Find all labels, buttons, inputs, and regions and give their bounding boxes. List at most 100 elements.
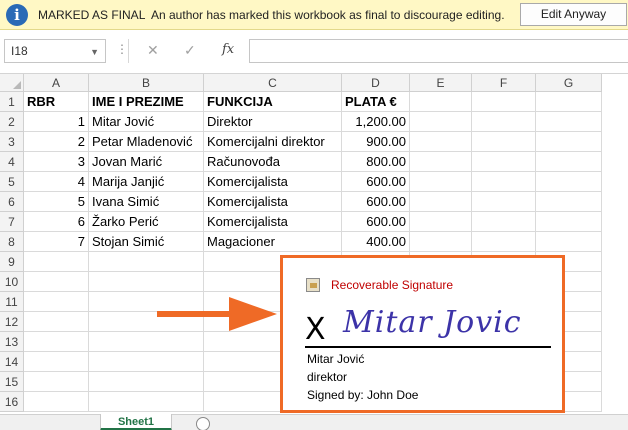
cell-a15[interactable] (24, 372, 89, 392)
column-header-e[interactable]: E (410, 74, 472, 92)
row-header-5[interactable]: 5 (0, 172, 24, 192)
cell-b1[interactable]: IME I PREZIME (89, 92, 204, 112)
cell-d3[interactable]: 900.00 (342, 132, 410, 152)
cell-b14[interactable] (89, 352, 204, 372)
row-header-2[interactable]: 2 (0, 112, 24, 132)
cell-e7[interactable] (410, 212, 472, 232)
row-header-12[interactable]: 12 (0, 312, 24, 332)
row-header-10[interactable]: 10 (0, 272, 24, 292)
cell-a13[interactable] (24, 332, 89, 352)
column-header-b[interactable]: B (89, 74, 204, 92)
cell-b15[interactable] (89, 372, 204, 392)
cell-f5[interactable] (472, 172, 536, 192)
signature-line[interactable]: Recoverable Signature X Mitar Jovic Mita… (280, 255, 565, 413)
cell-a11[interactable] (24, 292, 89, 312)
cell-b5[interactable]: Marija Janjić (89, 172, 204, 192)
cell-a14[interactable] (24, 352, 89, 372)
row-header-4[interactable]: 4 (0, 152, 24, 172)
cell-f7[interactable] (472, 212, 536, 232)
row-header-7[interactable]: 7 (0, 212, 24, 232)
column-header-a[interactable]: A (24, 74, 89, 92)
row-header-16[interactable]: 16 (0, 392, 24, 412)
cell-e8[interactable] (410, 232, 472, 252)
cell-f4[interactable] (472, 152, 536, 172)
cell-e1[interactable] (410, 92, 472, 112)
cell-f3[interactable] (472, 132, 536, 152)
column-header-f[interactable]: F (472, 74, 536, 92)
cell-d6[interactable]: 600.00 (342, 192, 410, 212)
cell-e2[interactable] (410, 112, 472, 132)
cell-a7[interactable]: 6 (24, 212, 89, 232)
cell-f1[interactable] (472, 92, 536, 112)
cell-c8[interactable]: Magacioner (204, 232, 342, 252)
cell-a5[interactable]: 4 (24, 172, 89, 192)
cell-a9[interactable] (24, 252, 89, 272)
cell-b9[interactable] (89, 252, 204, 272)
cell-e4[interactable] (410, 152, 472, 172)
cell-d8[interactable]: 400.00 (342, 232, 410, 252)
cell-d2[interactable]: 1,200.00 (342, 112, 410, 132)
cell-b8[interactable]: Stojan Simić (89, 232, 204, 252)
cell-a1[interactable]: RBR (24, 92, 89, 112)
cell-g6[interactable] (536, 192, 602, 212)
drag-handle-icon[interactable]: ⋮ (116, 42, 128, 56)
column-header-g[interactable]: G (536, 74, 602, 92)
cell-b4[interactable]: Jovan Marić (89, 152, 204, 172)
cell-g4[interactable] (536, 152, 602, 172)
cell-g7[interactable] (536, 212, 602, 232)
cell-d4[interactable]: 800.00 (342, 152, 410, 172)
cell-f6[interactable] (472, 192, 536, 212)
cell-c1[interactable]: FUNKCIJA (204, 92, 342, 112)
cell-d1[interactable]: PLATA € (342, 92, 410, 112)
select-all-corner[interactable] (0, 74, 24, 92)
cell-g3[interactable] (536, 132, 602, 152)
cell-c5[interactable]: Komercijalista (204, 172, 342, 192)
cell-d7[interactable]: 600.00 (342, 212, 410, 232)
row-header-6[interactable]: 6 (0, 192, 24, 212)
cancel-icon[interactable]: ✕ (147, 42, 159, 59)
add-sheet-icon[interactable] (196, 417, 210, 430)
cell-d5[interactable]: 600.00 (342, 172, 410, 192)
row-header-13[interactable]: 13 (0, 332, 24, 352)
row-header-11[interactable]: 11 (0, 292, 24, 312)
cell-e6[interactable] (410, 192, 472, 212)
cell-a6[interactable]: 5 (24, 192, 89, 212)
cell-e3[interactable] (410, 132, 472, 152)
cell-f8[interactable] (472, 232, 536, 252)
sheet-tab-active[interactable]: Sheet1 (100, 414, 172, 430)
cell-a16[interactable] (24, 392, 89, 412)
cell-b16[interactable] (89, 392, 204, 412)
cell-a8[interactable]: 7 (24, 232, 89, 252)
edit-anyway-button[interactable]: Edit Anyway (520, 3, 627, 26)
row-header-14[interactable]: 14 (0, 352, 24, 372)
enter-icon[interactable]: ✓ (184, 42, 196, 59)
name-box[interactable]: I18 ▼ (4, 39, 106, 63)
cell-a10[interactable] (24, 272, 89, 292)
cell-c7[interactable]: Komercijalista (204, 212, 342, 232)
cell-b6[interactable]: Ivana Simić (89, 192, 204, 212)
cell-e5[interactable] (410, 172, 472, 192)
formula-input[interactable] (249, 39, 628, 63)
cell-a3[interactable]: 2 (24, 132, 89, 152)
cell-c3[interactable]: Komercijalni direktor (204, 132, 342, 152)
row-header-9[interactable]: 9 (0, 252, 24, 272)
row-header-1[interactable]: 1 (0, 92, 24, 112)
cell-a4[interactable]: 3 (24, 152, 89, 172)
cell-c6[interactable]: Komercijalista (204, 192, 342, 212)
chevron-down-icon[interactable]: ▼ (90, 41, 99, 63)
cell-b7[interactable]: Žarko Perić (89, 212, 204, 232)
cell-c4[interactable]: Računovođa (204, 152, 342, 172)
cell-g5[interactable] (536, 172, 602, 192)
cell-a2[interactable]: 1 (24, 112, 89, 132)
column-header-d[interactable]: D (342, 74, 410, 92)
column-header-c[interactable]: C (204, 74, 342, 92)
cell-b3[interactable]: Petar Mladenović (89, 132, 204, 152)
cell-g8[interactable] (536, 232, 602, 252)
cell-c2[interactable]: Direktor (204, 112, 342, 132)
cell-b2[interactable]: Mitar Jović (89, 112, 204, 132)
insert-function-icon[interactable]: fx (222, 42, 234, 57)
cell-b13[interactable] (89, 332, 204, 352)
cell-a12[interactable] (24, 312, 89, 332)
cell-g1[interactable] (536, 92, 602, 112)
cell-g2[interactable] (536, 112, 602, 132)
